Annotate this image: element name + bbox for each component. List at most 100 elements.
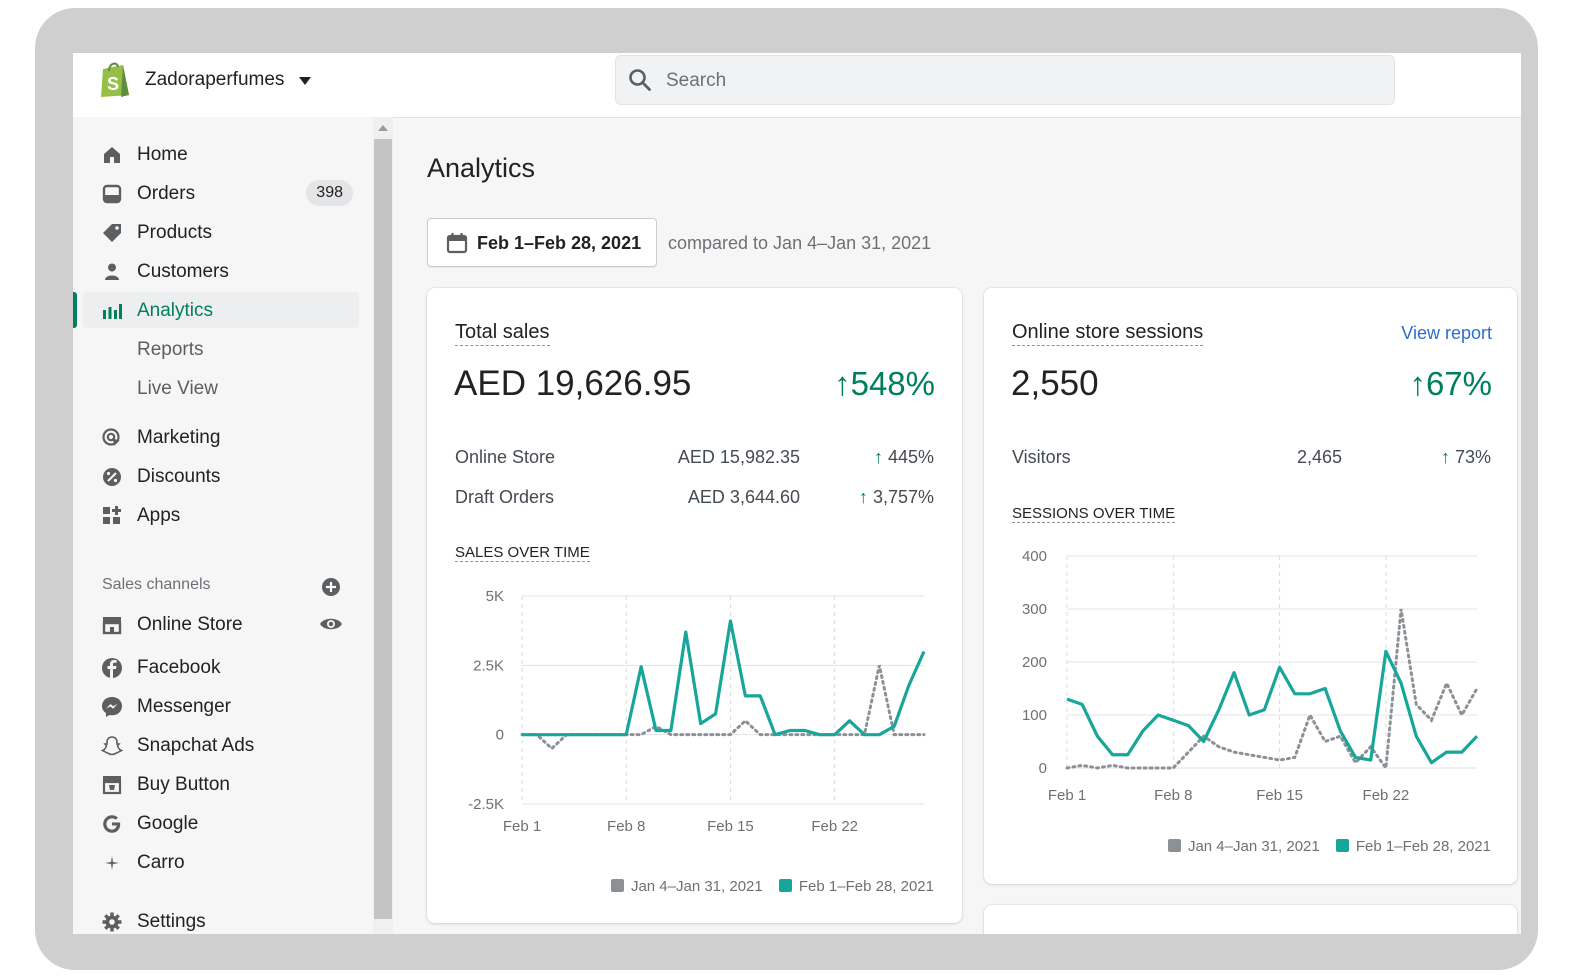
calendar-icon <box>446 233 468 254</box>
sales-channels-header: Sales channels <box>102 576 211 593</box>
sidebar-item-reports[interactable]: Reports <box>83 331 359 367</box>
search-input[interactable]: Search <box>666 70 726 92</box>
series-line-current <box>522 619 926 737</box>
y-tick-label: -2.5K <box>468 796 504 813</box>
total-sales-card: Total sales AED 19,626.95 ↑548% Online S… <box>427 288 962 923</box>
legend-swatch <box>610 879 624 892</box>
y-tick-label: 5K <box>486 588 504 605</box>
x-tick-label: Feb 15 <box>1256 787 1303 804</box>
sidebar-item-facebook[interactable]: Facebook <box>83 649 359 685</box>
legend-label: Feb 1–Feb 28, 2021 <box>1355 838 1491 855</box>
sidebar-item-analytics[interactable]: Analytics <box>83 292 359 328</box>
sidebar-item-label: Orders <box>137 183 196 204</box>
sessions-change-value: 67% <box>1425 365 1492 402</box>
apps-icon <box>103 506 121 524</box>
sessions-value: 2,550 <box>1011 364 1099 403</box>
y-tick-label: 400 <box>1022 548 1047 565</box>
legend-label: Jan 4–Jan 31, 2021 <box>1187 838 1320 855</box>
sessions-chart-legend: Jan 4–Jan 31, 2021 Feb 1–Feb 28, 2021 <box>1156 838 1491 855</box>
page-title: Analytics <box>427 153 536 183</box>
legend-swatch <box>1335 839 1349 852</box>
messenger-icon <box>102 697 122 717</box>
arrow-up-icon: ↑ <box>858 487 873 507</box>
sidebar-item-home[interactable]: Home <box>83 136 359 172</box>
caret-down-icon[interactable] <box>299 77 311 85</box>
sidebar-item-live-view[interactable]: Live View <box>83 370 359 406</box>
sessions-title[interactable]: Online store sessions <box>1012 321 1204 346</box>
sidebar-item-discounts[interactable]: Discounts <box>83 458 359 494</box>
store-switcher-label[interactable]: Zadoraperfumes <box>145 69 284 91</box>
sidebar-item-customers[interactable]: Customers <box>83 253 359 289</box>
gear-icon <box>102 912 122 932</box>
sessions-change: ↑67% <box>1409 365 1492 403</box>
sparkle-icon <box>105 856 119 870</box>
y-tick-label: 0 <box>496 727 504 744</box>
sidebar-item-apps[interactable]: Apps <box>83 497 359 533</box>
sidebar-item-label: Carro <box>137 852 185 873</box>
sidebar-item-label: Settings <box>137 911 206 932</box>
online-store-sessions-card: Online store sessions View report 2,550 … <box>984 288 1517 884</box>
sidebar-item-orders[interactable]: Orders 398 <box>83 175 359 211</box>
scrollbar-thumb[interactable] <box>374 139 392 919</box>
sidebar-item-label: Discounts <box>137 466 221 487</box>
person-icon <box>105 263 119 280</box>
sidebar-item-label: Home <box>137 144 188 165</box>
sidebar-item-google[interactable]: Google <box>83 805 359 841</box>
y-tick-label: 0 <box>1039 760 1047 777</box>
search-icon <box>629 69 651 91</box>
x-tick-label: Feb 8 <box>607 818 645 835</box>
sidebar-item-marketing[interactable]: Marketing <box>83 419 359 455</box>
google-icon <box>103 815 121 833</box>
sidebar-item-label: Live View <box>137 378 218 399</box>
search-bar[interactable]: Search <box>615 55 1395 105</box>
store-icon <box>102 617 122 635</box>
sales-chart-title[interactable]: SALES OVER TIME <box>455 544 590 562</box>
breakdown-value: AED 3,644.60 <box>687 487 800 507</box>
target-icon <box>102 428 120 446</box>
sidebar-item-label: Messenger <box>137 696 231 717</box>
sessions-over-time-chart: 400 300 200 100 0Feb 1 Feb 8 Feb 15 Feb 22 <box>1022 548 1479 804</box>
y-tick-label: 300 <box>1022 601 1047 618</box>
total-sales-value: AED 19,626.95 <box>454 364 692 403</box>
total-sales-title[interactable]: Total sales <box>455 321 550 346</box>
sidebar-item-online-store[interactable]: Online Store <box>83 606 359 642</box>
date-range-button[interactable]: Feb 1–Feb 28, 2021 <box>427 218 657 267</box>
sidebar-item-buy-button[interactable]: Buy Button <box>83 766 359 802</box>
breakdown-change: ↑ 3,757% <box>859 487 934 508</box>
sidebar-item-label: Facebook <box>137 657 221 678</box>
y-tick-label: 100 <box>1022 707 1047 724</box>
visitors-change: ↑ 73% <box>1441 447 1491 468</box>
svg-text:S: S <box>107 74 119 94</box>
sidebar-item-label: Google <box>137 813 199 834</box>
sidebar-item-settings[interactable]: Settings <box>83 903 359 934</box>
x-tick-label: Feb 15 <box>707 818 754 835</box>
eye-icon[interactable] <box>319 615 343 633</box>
sidebar-item-label: Marketing <box>137 427 221 448</box>
add-channel-icon[interactable] <box>321 577 341 597</box>
sidebar-item-label: Apps <box>137 505 181 526</box>
bar-chart-icon <box>103 304 122 319</box>
sidebar-item-snapchat-ads[interactable]: Snapchat Ads <box>83 727 359 763</box>
scroll-up-arrow-icon[interactable] <box>378 125 388 131</box>
y-tick-label: 200 <box>1022 654 1047 671</box>
sidebar-item-label: Reports <box>137 339 204 360</box>
view-report-link[interactable]: View report <box>1401 323 1492 344</box>
y-tick-label: 2.5K <box>473 657 504 674</box>
arrow-up-icon: ↑ <box>873 447 888 467</box>
breakdown-change-value: 445% <box>887 447 934 467</box>
sidebar-item-label: Analytics <box>137 300 214 321</box>
sidebar-item-carro[interactable]: Carro <box>83 844 359 880</box>
sidebar-scrollbar[interactable] <box>373 117 393 934</box>
breakdown-change: ↑ 445% <box>874 447 934 468</box>
sidebar-item-messenger[interactable]: Messenger <box>83 688 359 724</box>
discount-icon <box>103 468 121 486</box>
sessions-chart-title[interactable]: SESSIONS OVER TIME <box>1012 505 1176 523</box>
series-line-current <box>1066 649 1479 765</box>
buy-button-icon <box>102 776 122 795</box>
arrow-up-icon: ↑ <box>1409 365 1426 402</box>
orders-count-badge: 398 <box>306 180 353 206</box>
sidebar-item-products[interactable]: Products <box>83 214 359 250</box>
legend-label: Feb 1–Feb 28, 2021 <box>798 878 934 895</box>
shopify-logo-icon: S <box>101 62 129 97</box>
date-range-label: Feb 1–Feb 28, 2021 <box>477 233 642 253</box>
